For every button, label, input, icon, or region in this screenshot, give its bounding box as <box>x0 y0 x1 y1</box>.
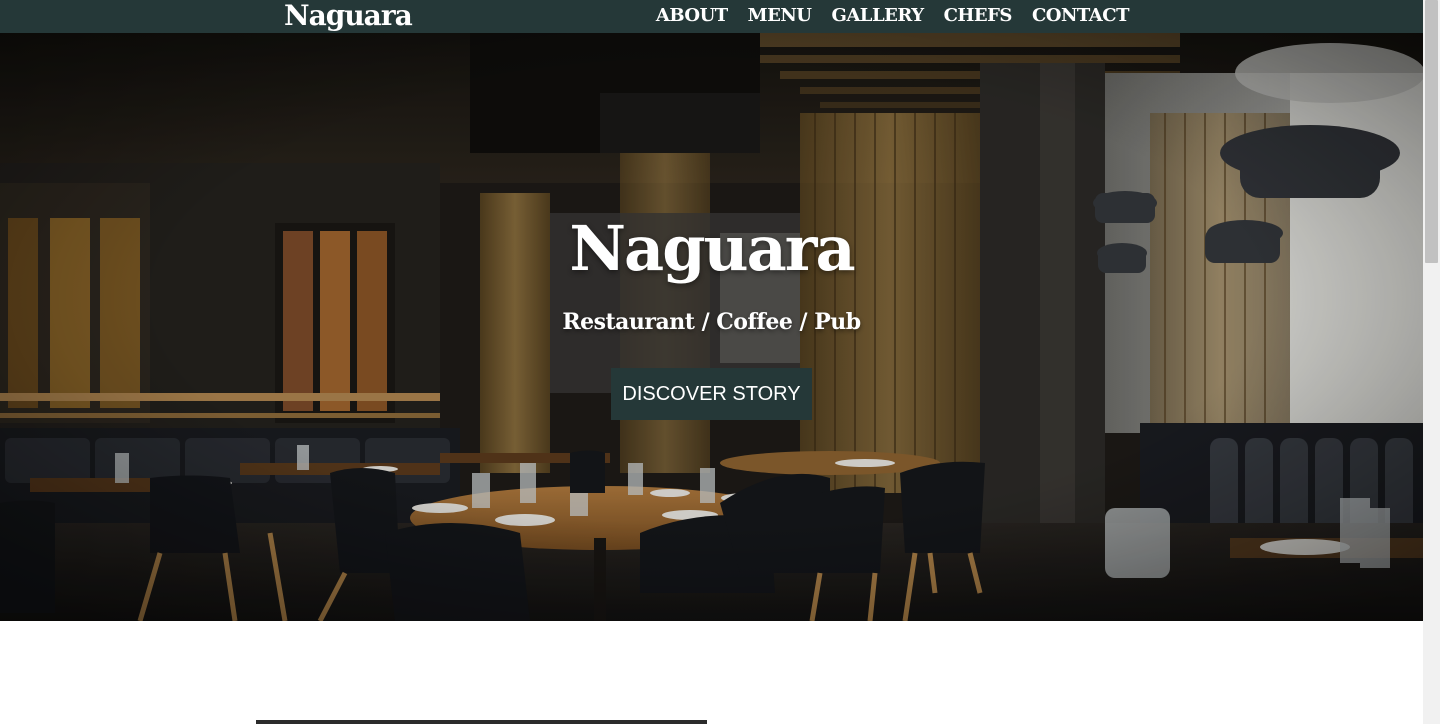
nav-link-about[interactable]: ABOUT <box>656 5 728 27</box>
scrollbar-thumb[interactable] <box>1425 0 1438 263</box>
hero-section: Naguara Restaurant / Coffee / Pub DISCOV… <box>0 33 1423 621</box>
hero-subtitle: Restaurant / Coffee / Pub <box>562 309 861 335</box>
brand-logo[interactable]: Naguara <box>284 1 413 31</box>
nav-link-chefs[interactable]: CHEFS <box>944 5 1013 27</box>
hero-title: Naguara <box>569 212 855 285</box>
vertical-scrollbar[interactable] <box>1423 0 1440 724</box>
discover-story-button[interactable]: DISCOVER STORY <box>611 368 812 420</box>
nav-link-contact[interactable]: CONTACT <box>1032 5 1130 27</box>
nav-links: ABOUT MENU GALLERY CHEFS CONTACT <box>656 5 1130 27</box>
navbar: Naguara ABOUT MENU GALLERY CHEFS CONTACT <box>0 0 1423 33</box>
nav-link-gallery[interactable]: GALLERY <box>831 5 924 27</box>
page: Naguara ABOUT MENU GALLERY CHEFS CONTACT <box>0 0 1423 724</box>
nav-link-menu[interactable]: MENU <box>748 5 812 27</box>
about-section-image <box>256 720 707 724</box>
